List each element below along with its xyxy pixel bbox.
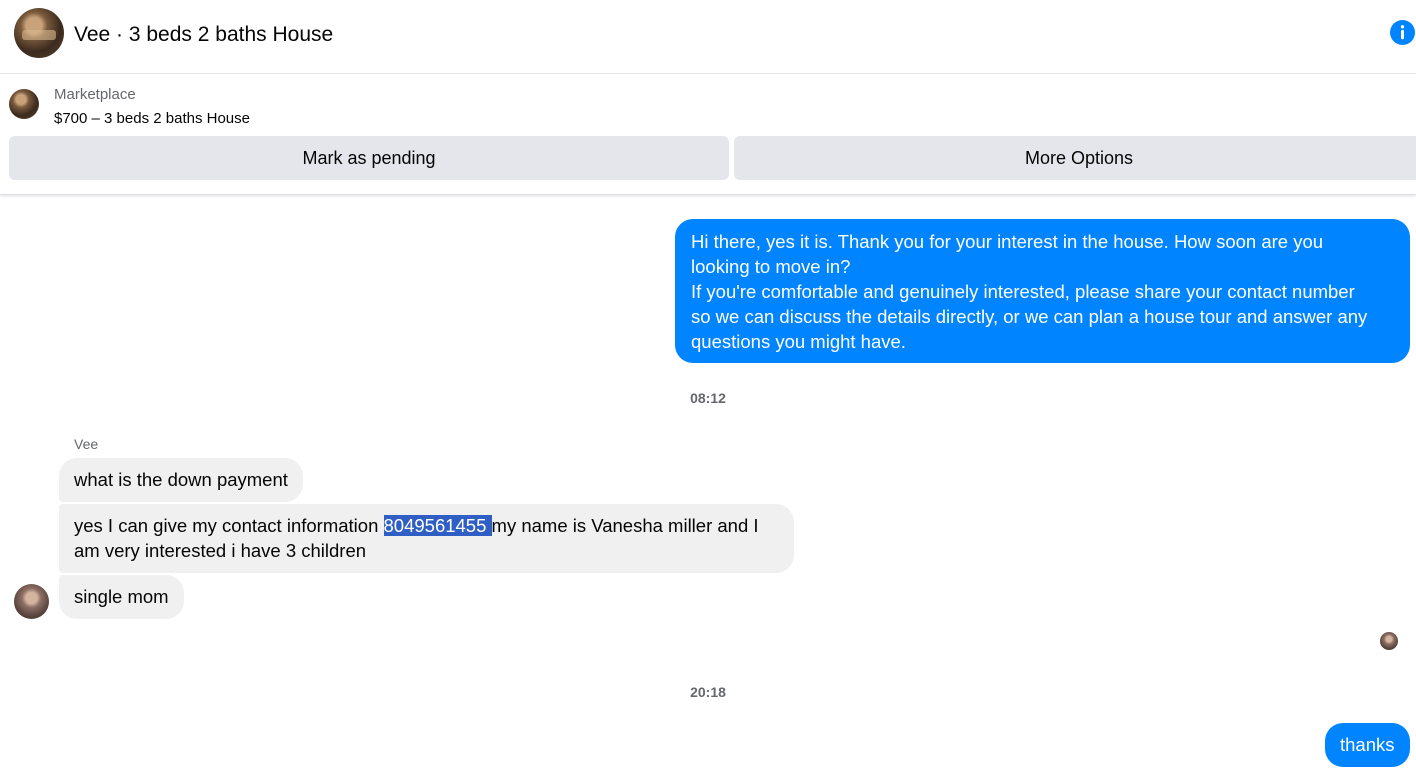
message-line: questions you might have.: [691, 331, 906, 352]
message-text: my name is Vanesha miller and I: [491, 515, 759, 536]
message-line: Hi there, yes it is. Thank you for your …: [691, 231, 1324, 252]
incoming-message[interactable]: single mom: [59, 575, 184, 619]
mark-as-pending-button[interactable]: Mark as pending: [9, 136, 729, 180]
incoming-message[interactable]: what is the down payment: [59, 458, 303, 502]
conversation-header: Vee · 3 beds 2 baths House: [0, 0, 1416, 74]
message-line: am very interested i have 3 children: [74, 540, 367, 561]
message-line: so we can discuss the details directly, …: [691, 306, 1368, 327]
info-icon[interactable]: [1390, 20, 1415, 45]
message-text: yes I can give my contact information: [74, 515, 384, 536]
listing-title[interactable]: $700 – 3 beds 2 baths House: [54, 110, 250, 127]
conversation-title[interactable]: Vee · 3 beds 2 baths House: [74, 22, 333, 48]
incoming-message[interactable]: yes I can give my contact information 80…: [59, 504, 794, 573]
highlighted-phone-number[interactable]: 8049561455: [383, 515, 492, 536]
sender-avatar[interactable]: [14, 584, 49, 619]
message-line: looking to move in?: [691, 256, 851, 277]
sender-name: Vee: [74, 436, 99, 452]
timestamp: 08:12: [690, 390, 726, 406]
seen-indicator-avatar: [1380, 632, 1398, 650]
marketplace-listing-panel: Marketplace $700 – 3 beds 2 baths House …: [0, 74, 1416, 195]
message-line: If you're comfortable and genuinely inte…: [691, 281, 1355, 302]
outgoing-message[interactable]: thanks: [1325, 723, 1410, 767]
listing-thumbnail[interactable]: [9, 89, 39, 119]
outgoing-message[interactable]: Hi there, yes it is. Thank you for your …: [675, 219, 1410, 363]
listing-avatar[interactable]: [14, 8, 64, 58]
timestamp: 20:18: [690, 684, 726, 700]
marketplace-label: Marketplace: [54, 86, 136, 103]
message-line: yes I can give my contact information 80…: [74, 513, 779, 538]
more-options-button[interactable]: More Options: [734, 136, 1416, 180]
